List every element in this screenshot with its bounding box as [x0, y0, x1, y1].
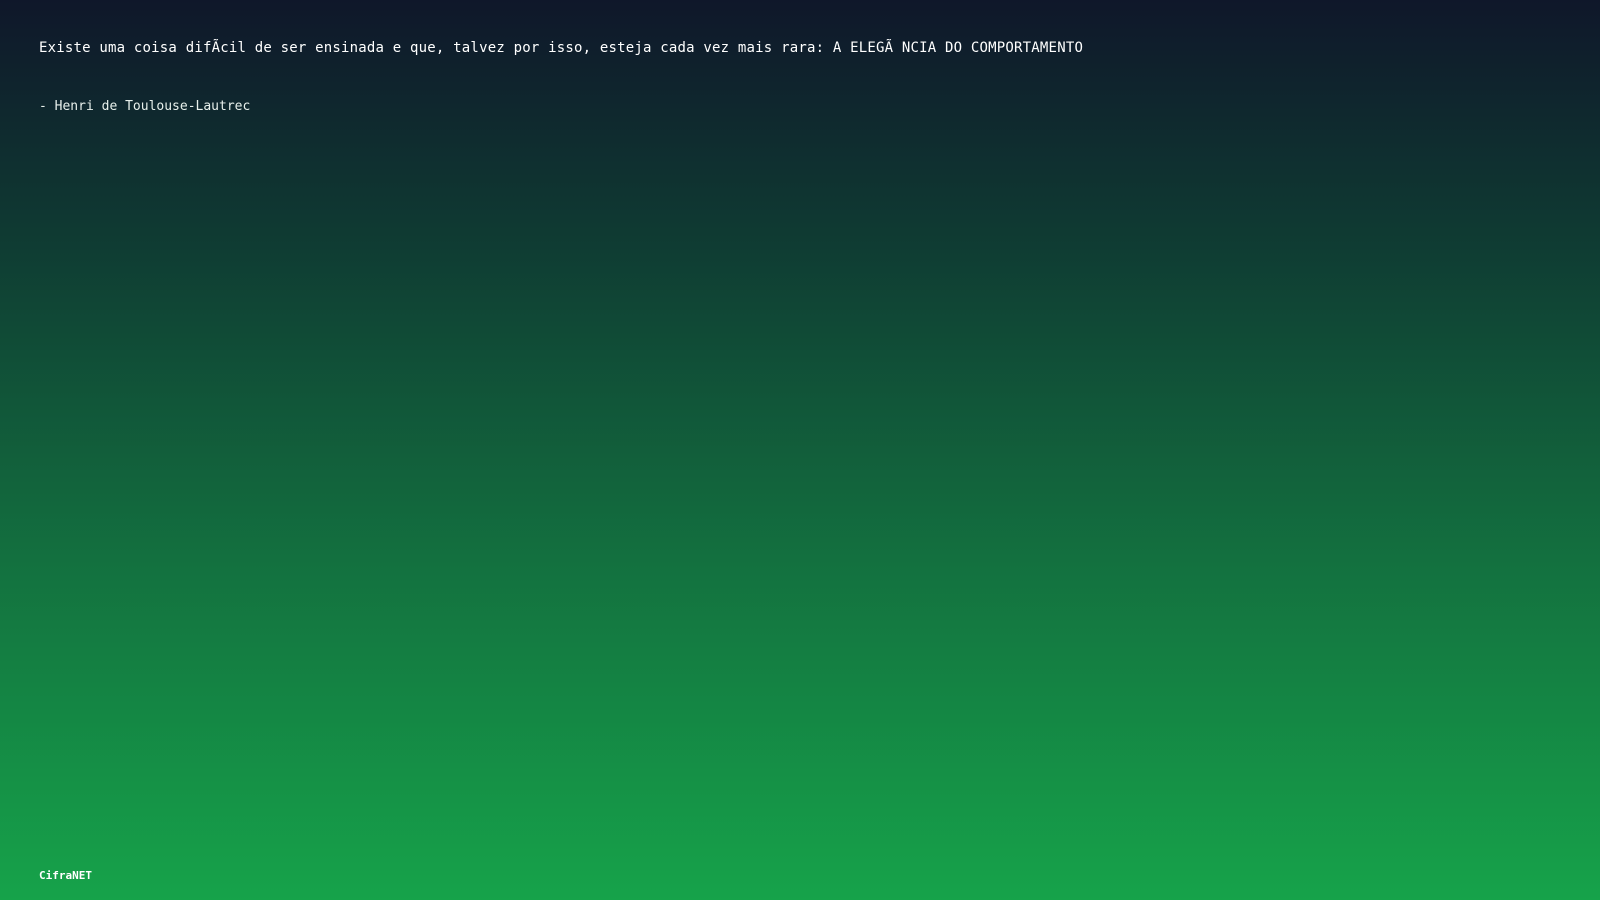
quote-screen: Existe uma coisa difÃ­cil de ser ensinad…	[0, 0, 1600, 900]
quote-author: - Henri de Toulouse-Lautrec	[39, 99, 251, 114]
brand-label: CifraNET	[39, 869, 92, 882]
quote-text: Existe uma coisa difÃ­cil de ser ensinad…	[39, 40, 1084, 56]
